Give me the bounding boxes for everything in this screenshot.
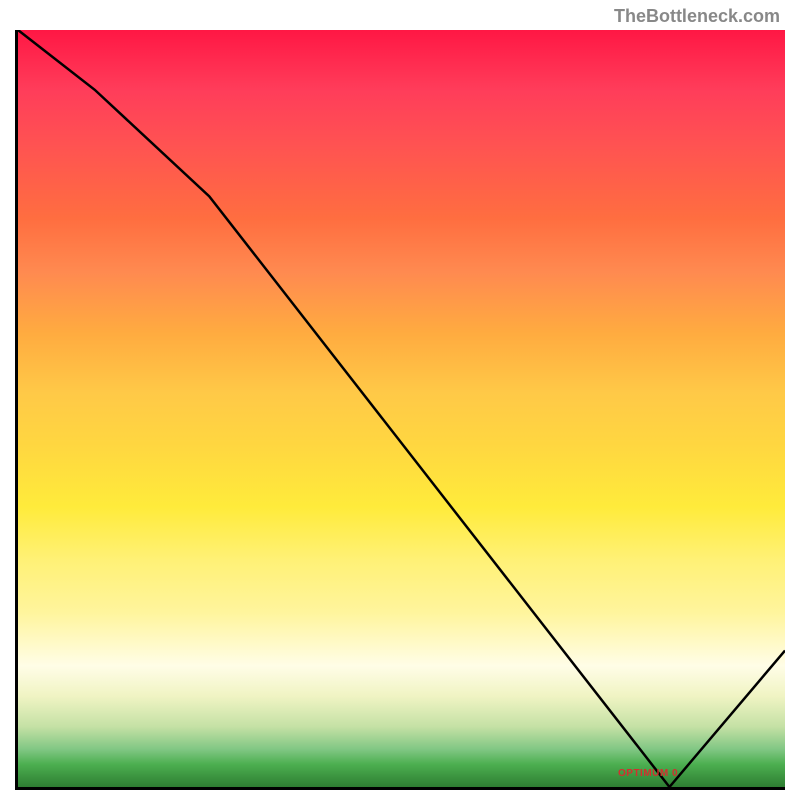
watermark-text: TheBottleneck.com — [614, 6, 780, 27]
chart-line-svg — [18, 30, 785, 787]
optimum-annotation: OPTIMUM 0 — [618, 768, 678, 779]
data-line — [18, 30, 785, 787]
chart-area: OPTIMUM 0 — [15, 30, 785, 790]
